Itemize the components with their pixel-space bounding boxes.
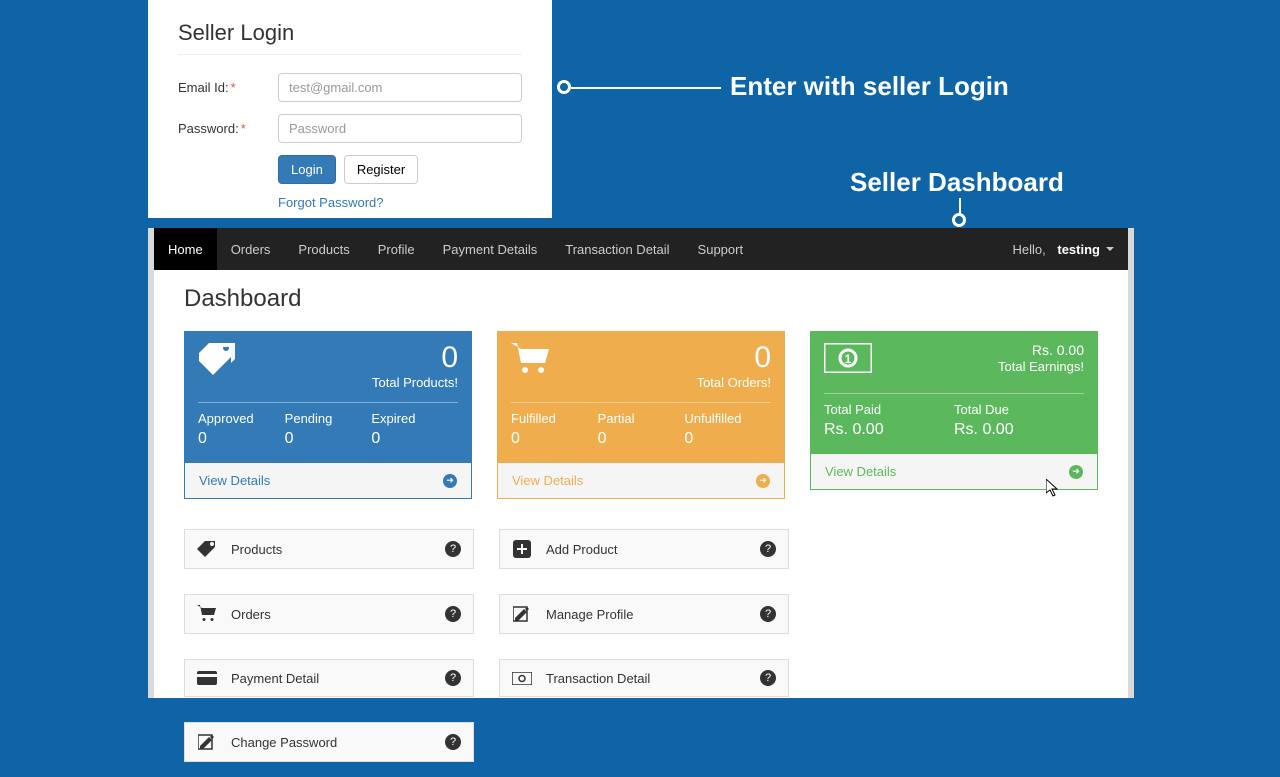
edit-icon [512, 605, 532, 623]
navbar: Home Orders Products Profile Payment Det… [154, 228, 1128, 270]
tag-icon [197, 541, 217, 557]
arrow-right-icon: ➜ [443, 474, 457, 488]
earnings-label: Total Earnings! [998, 359, 1084, 374]
annotation-login: Enter with seller Login [730, 71, 1009, 102]
divider [178, 54, 522, 55]
svg-text:1: 1 [845, 352, 852, 366]
link-payment-detail[interactable]: Payment Detail ? [184, 659, 474, 697]
money-icon [512, 672, 532, 685]
seller-login-panel: Seller Login Email Id:* Password:* Login… [148, 0, 552, 218]
help-icon[interactable]: ? [445, 541, 461, 557]
earnings-value: Rs. 0.00 [998, 343, 1084, 357]
edit-icon [197, 733, 217, 751]
annotation-dashboard: Seller Dashboard [850, 167, 1064, 198]
link-transaction-detail[interactable]: Transaction Detail ? [499, 659, 789, 697]
cart-icon [197, 605, 217, 623]
view-details-products[interactable]: View Details ➜ [184, 462, 472, 499]
card-icon [197, 671, 217, 685]
link-manage-profile[interactable]: Manage Profile ? [499, 594, 789, 634]
nav-transaction-detail[interactable]: Transaction Detail [551, 228, 683, 270]
seller-dashboard: Home Orders Products Profile Payment Det… [148, 228, 1134, 698]
register-button[interactable]: Register [344, 155, 418, 184]
user-menu[interactable]: Hello, testing [999, 242, 1129, 257]
page-title: Dashboard [184, 285, 1098, 313]
help-icon[interactable]: ? [445, 670, 461, 686]
help-icon[interactable]: ? [760, 541, 776, 557]
forgot-password-link[interactable]: Forgot Password? [278, 195, 384, 210]
arrow-right-icon: ➜ [1069, 465, 1083, 479]
plus-icon [512, 540, 532, 558]
callout-line [571, 87, 721, 89]
money-icon: 1 [824, 343, 872, 381]
login-button[interactable]: Login [278, 155, 336, 184]
stat-card-orders: 0 Total Orders! Fulfilled0 Partial0 Unfu… [497, 331, 785, 499]
orders-label: Total Orders! [697, 375, 771, 390]
email-field[interactable] [278, 73, 522, 102]
callout-marker [557, 80, 571, 94]
products-count: 0 [372, 343, 458, 373]
link-add-product[interactable]: Add Product ? [499, 529, 789, 569]
arrow-right-icon: ➜ [756, 474, 770, 488]
nav-profile[interactable]: Profile [364, 228, 429, 270]
chevron-down-icon [1106, 247, 1114, 251]
stat-card-products: 0 Total Products! Approved0 Pending0 Exp… [184, 331, 472, 499]
help-icon[interactable]: ? [760, 606, 776, 622]
link-change-password[interactable]: Change Password ? [184, 722, 474, 762]
nav-payment-details[interactable]: Payment Details [429, 228, 552, 270]
help-icon[interactable]: ? [445, 606, 461, 622]
nav-support[interactable]: Support [684, 228, 758, 270]
password-field[interactable] [278, 114, 522, 143]
help-icon[interactable]: ? [760, 670, 776, 686]
link-orders[interactable]: Orders ? [184, 594, 474, 634]
nav-products[interactable]: Products [284, 228, 363, 270]
cart-icon [511, 343, 551, 385]
view-details-orders[interactable]: View Details ➜ [497, 462, 785, 499]
orders-count: 0 [697, 343, 771, 373]
link-products[interactable]: Products ? [184, 529, 474, 569]
nav-home[interactable]: Home [154, 228, 217, 270]
nav-orders[interactable]: Orders [217, 228, 285, 270]
password-label: Password:* [178, 121, 278, 136]
view-details-earnings[interactable]: View Details ➜ [810, 453, 1098, 490]
stat-card-earnings: 1 Rs. 0.00 Total Earnings! Total PaidRs.… [810, 331, 1098, 499]
tags-icon [198, 343, 240, 383]
help-icon[interactable]: ? [445, 734, 461, 750]
login-title: Seller Login [178, 20, 522, 46]
products-label: Total Products! [372, 375, 458, 390]
callout-marker [952, 213, 966, 227]
email-label: Email Id:* [178, 80, 278, 95]
